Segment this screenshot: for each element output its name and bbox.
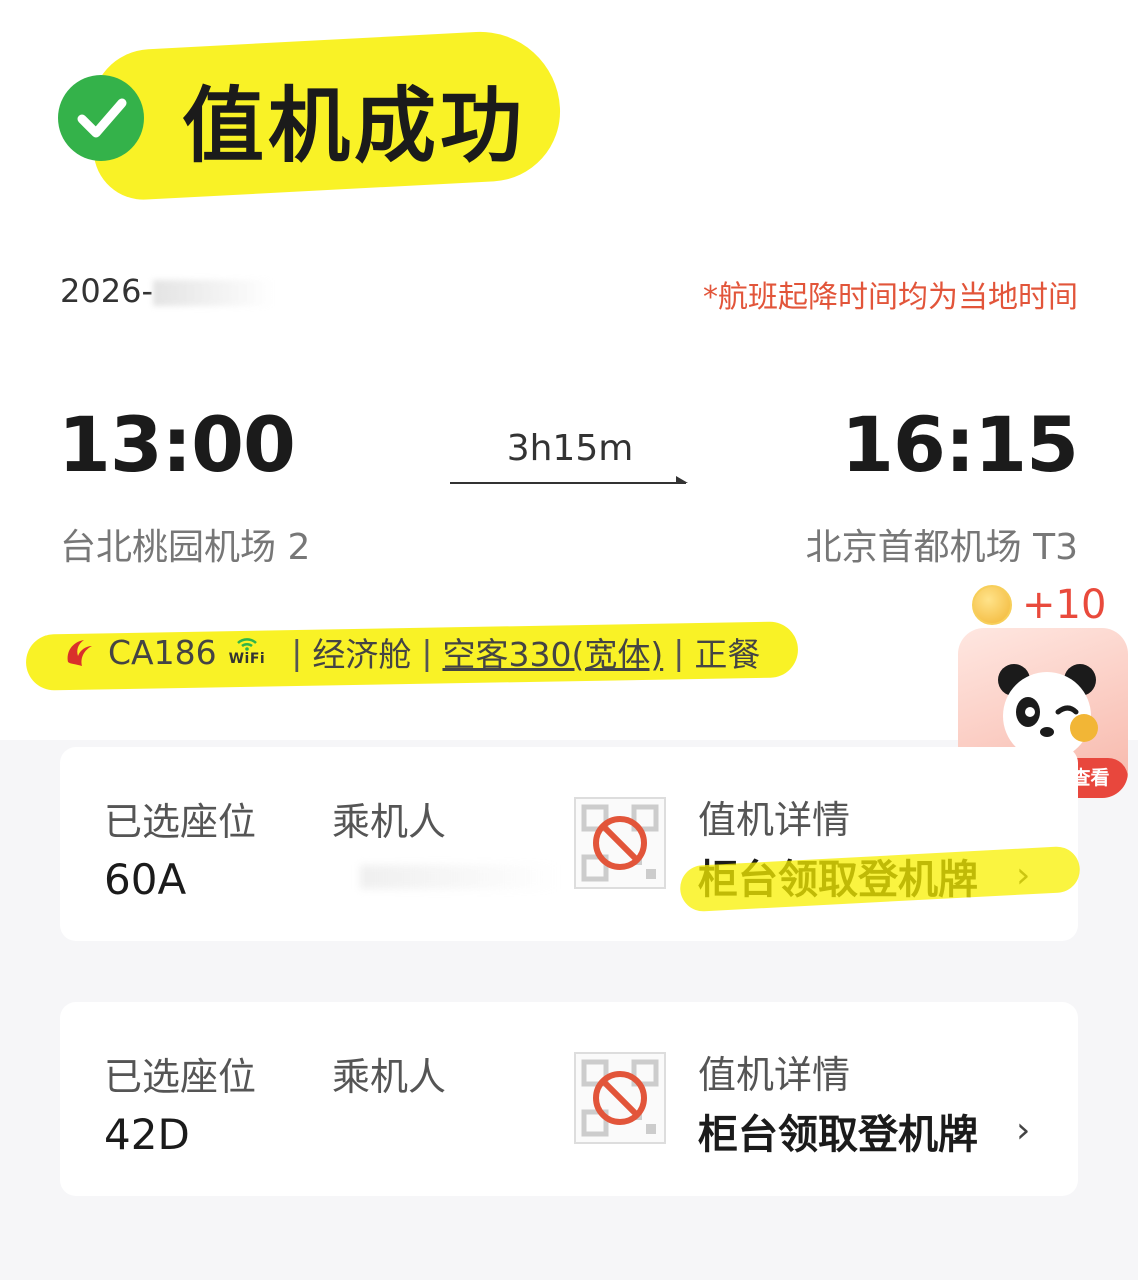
cabin-class: 经济舱: [312, 635, 412, 674]
seat-label: 已选座位: [104, 800, 257, 844]
separator: |: [421, 632, 433, 672]
passenger-name-redacted: [360, 865, 560, 889]
departure-time: 13:00: [58, 400, 296, 489]
chevron-right-icon[interactable]: ›: [1016, 1110, 1030, 1151]
coin-icon: [972, 585, 1012, 625]
meal-info: 正餐: [694, 635, 761, 674]
seat-value: 42D: [104, 1110, 190, 1159]
checkin-detail-value[interactable]: 柜台领取登机牌: [698, 1102, 978, 1160]
coin-reward: +10: [972, 582, 1106, 628]
flight-date-text: 2026-: [60, 272, 153, 310]
separator: |: [673, 632, 685, 672]
page-title: 值机成功: [182, 78, 527, 174]
flight-duration: 3h15m: [506, 428, 634, 469]
airline-logo-icon: [67, 640, 92, 666]
qr-disabled-icon: [574, 797, 666, 889]
passenger-card: 已选座位 乘机人 60A 值机详情 柜台领取登机牌 ›: [60, 747, 1078, 941]
separator: |: [291, 632, 303, 672]
wifi-icon: WiFi: [229, 637, 266, 667]
timezone-note: *航班起降时间均为当地时间: [703, 280, 1078, 315]
flight-number: CA186: [108, 632, 217, 672]
passenger-label: 乘机人: [332, 800, 447, 844]
wifi-label: WiFi: [228, 651, 266, 667]
checkin-detail-label: 值机详情: [698, 1053, 851, 1097]
coin-count: +10: [1022, 582, 1107, 628]
passenger-card: 已选座位 乘机人 42D 值机详情 柜台领取登机牌 ›: [60, 1002, 1078, 1196]
checkin-status: 值机成功: [58, 72, 526, 174]
passenger-label: 乘机人: [332, 1055, 447, 1099]
aircraft-type-link[interactable]: 空客330(宽体): [442, 628, 663, 676]
checkin-detail-label: 值机详情: [698, 798, 851, 842]
arrow-head-icon: [676, 476, 688, 483]
qr-disabled-icon: [574, 1052, 666, 1144]
flight-date: 2026-: [60, 272, 273, 310]
check-circle-icon: [58, 75, 144, 161]
arrival-time: 16:15: [841, 400, 1079, 489]
date-redaction: [152, 280, 273, 306]
departure-airport: 台北桃园机场 2: [60, 527, 311, 568]
route-arrow: [450, 482, 686, 484]
seat-label: 已选座位: [104, 1055, 257, 1099]
arrival-airport: 北京首都机场 T3: [805, 527, 1078, 568]
seat-value: 60A: [104, 855, 187, 904]
flight-info-row: CA186 WiFi | 经济舱 | 空客330(宽体) | 正餐: [60, 628, 760, 676]
